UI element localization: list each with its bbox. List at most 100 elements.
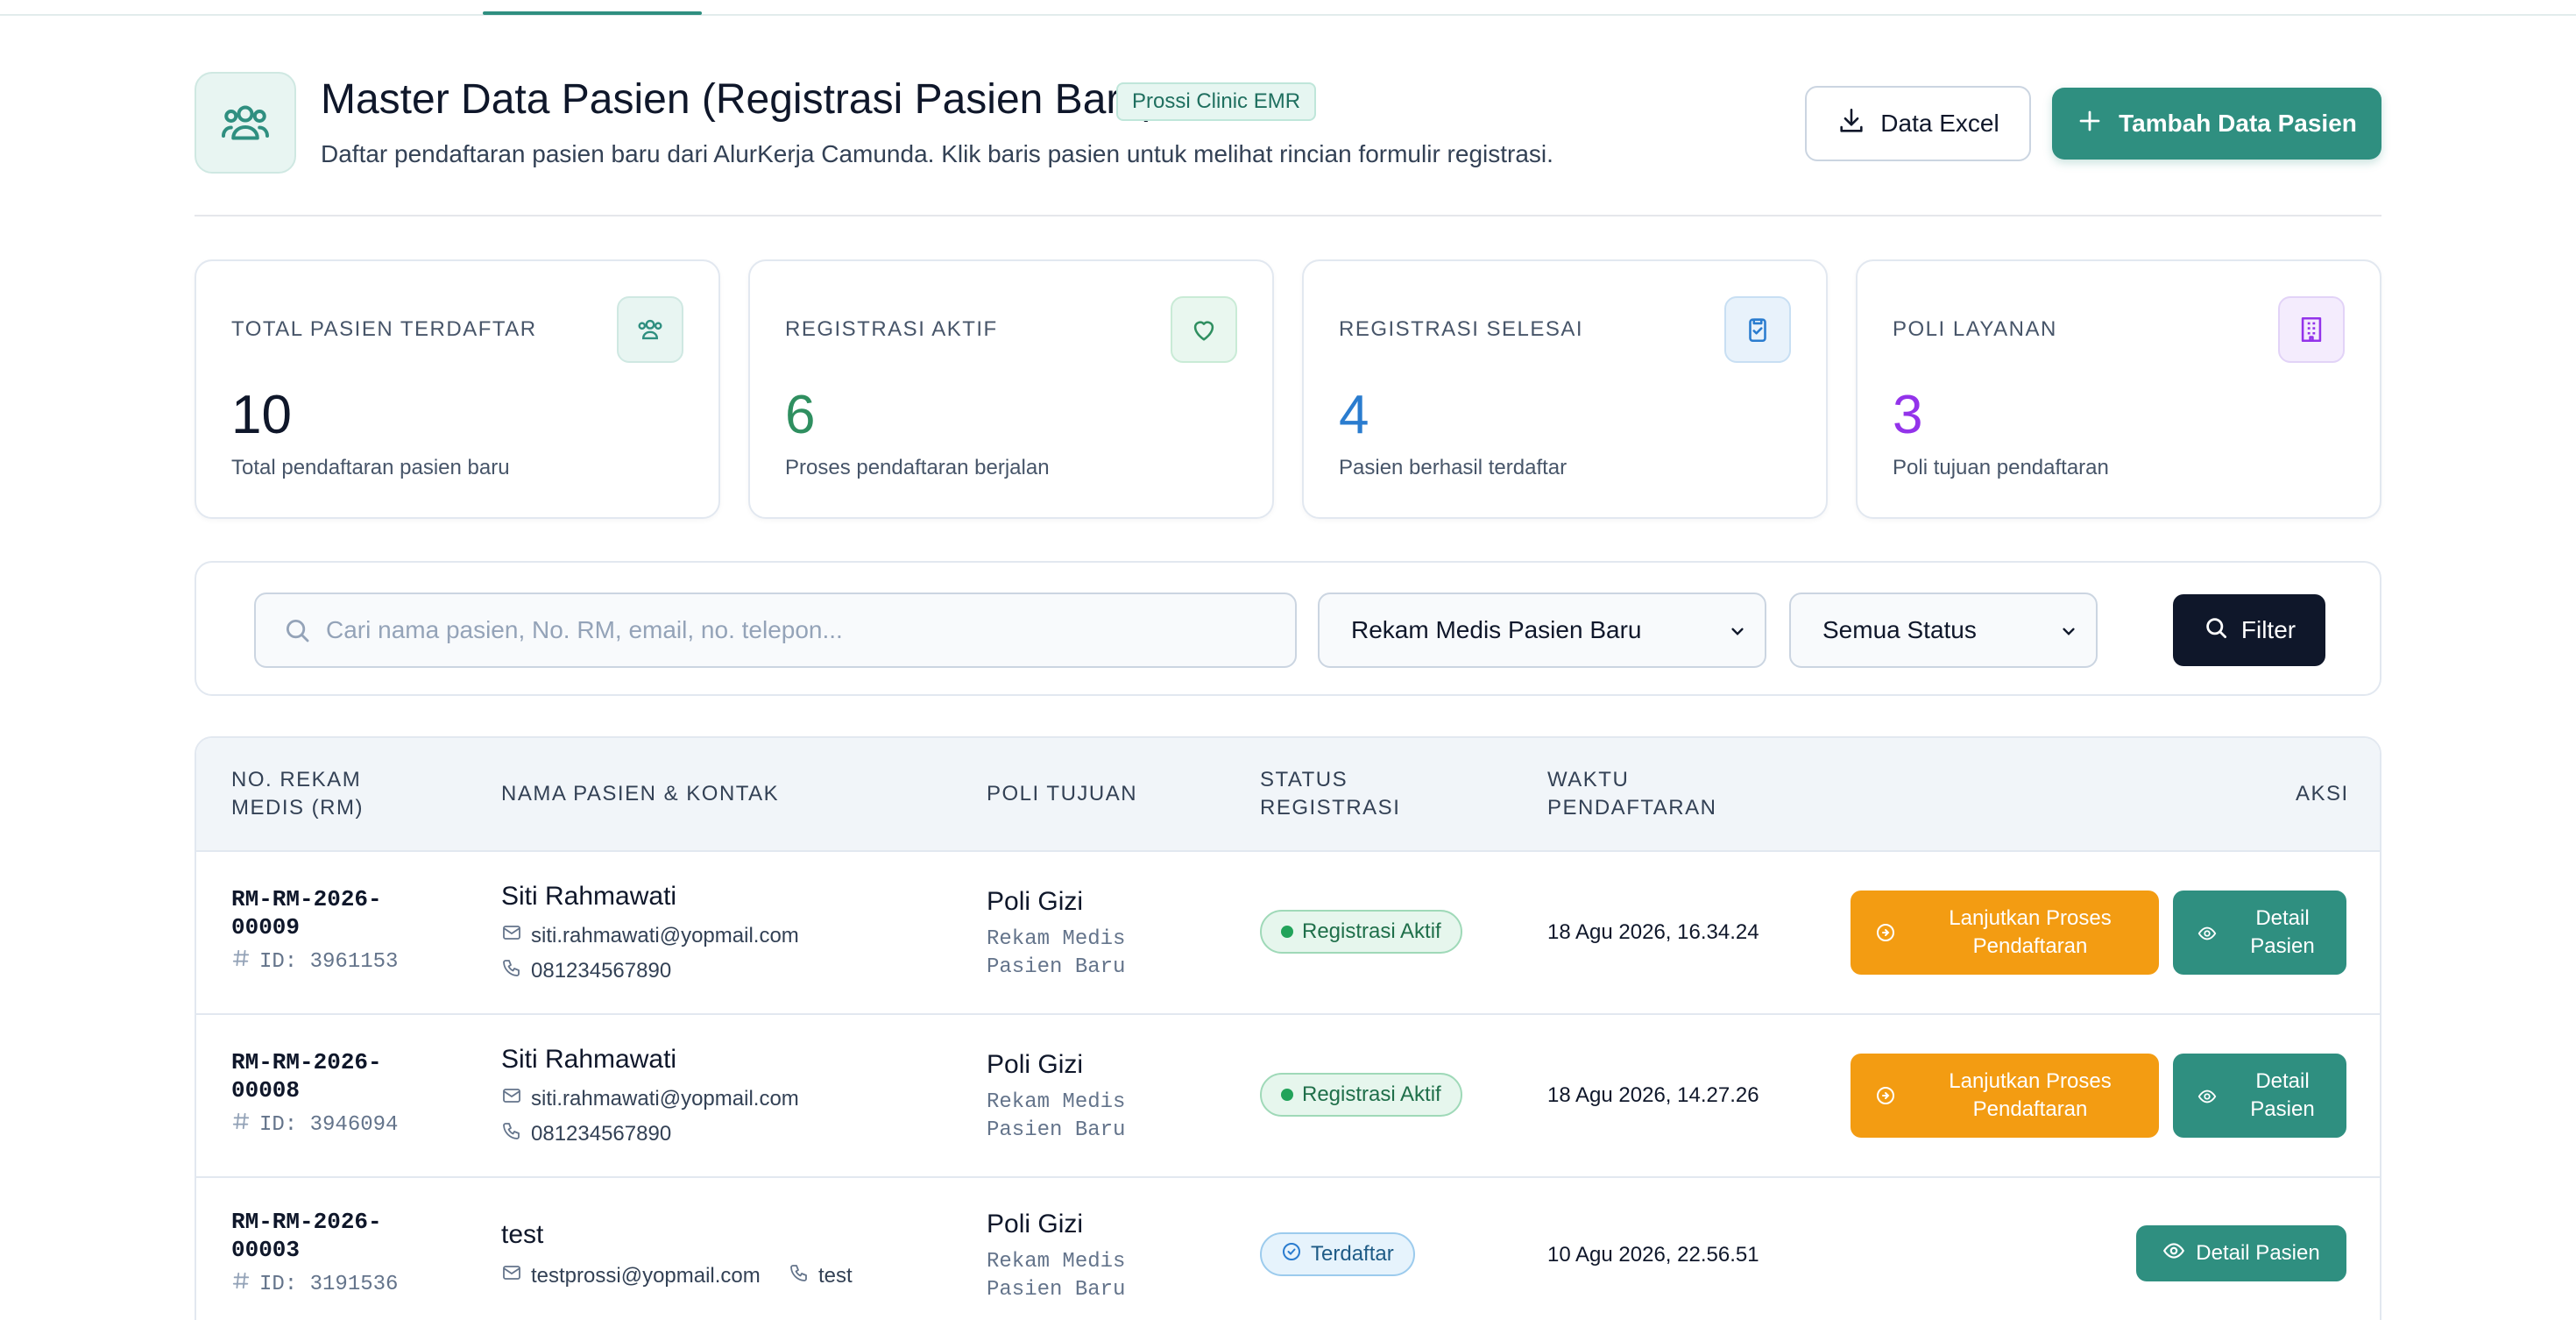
search-box	[254, 593, 1297, 668]
column-header-name: NAMA PASIEN & KONTAK	[501, 782, 780, 805]
stat-card-poli: POLI LAYANAN 3 Poli tujuan pendaftaran	[1856, 259, 2381, 519]
detail-patient-button[interactable]: Detail Pasien	[2136, 1225, 2346, 1281]
stat-description: Poli tujuan pendaftaran	[1893, 456, 2109, 479]
registration-time: 18 Agu 2026, 14.27.26	[1547, 1083, 1759, 1107]
add-patient-button[interactable]: Tambah Data Pasien	[2052, 88, 2381, 160]
stat-label: TOTAL PASIEN TERDAFTAR	[231, 317, 537, 341]
status-badge: Registrasi Aktif	[1260, 910, 1462, 954]
add-patient-label: Tambah Data Pasien	[2119, 110, 2357, 137]
stat-value: 4	[1339, 385, 1369, 445]
hash-icon	[231, 1271, 251, 1297]
column-header-action: AKSI	[2296, 782, 2349, 805]
record-type-value: Rekam Medis Pasien Baru	[1351, 616, 1642, 643]
stat-label: POLI LAYANAN	[1893, 317, 2057, 341]
stat-card-completed: REGISTRASI SELESAI 4 Pasien berhasil ter…	[1302, 259, 1828, 519]
registration-time: 18 Agu 2026, 16.34.24	[1547, 920, 1759, 944]
phone-icon	[501, 957, 522, 984]
header-divider	[195, 215, 2381, 216]
filter-label: Filter	[2240, 616, 2296, 643]
status-badge: Terdaftar	[1260, 1232, 1415, 1276]
users-icon	[617, 296, 683, 363]
filter-button[interactable]: Filter	[2173, 594, 2325, 666]
detail-patient-button[interactable]: Detail Pasien	[2173, 1054, 2346, 1138]
mail-icon	[501, 1262, 522, 1289]
hash-icon	[231, 1111, 251, 1138]
arrow-right-circle-icon	[1875, 922, 1896, 949]
medical-record-number: RM-RM-2026- 00008	[231, 1049, 382, 1104]
active-tab-indicator	[483, 11, 702, 15]
top-nav-divider	[0, 14, 2576, 16]
stat-label: REGISTRASI AKTIF	[785, 317, 998, 341]
eye-icon	[2162, 1239, 2185, 1268]
status-dot	[1281, 1089, 1293, 1101]
search-icon	[2203, 614, 2229, 647]
column-header-time: WAKTU PENDAFTARAN	[1547, 768, 1717, 820]
poli-name: Poli Gizi	[987, 887, 1084, 916]
column-header-status: STATUS REGISTRASI	[1260, 768, 1401, 820]
app-badge: Prossi Clinic EMR	[1116, 82, 1317, 121]
phone-icon	[789, 1262, 810, 1289]
export-excel-button[interactable]: Data Excel	[1805, 86, 2031, 161]
column-header-rm: NO. REKAM MEDIS (RM)	[231, 768, 364, 820]
status-badge: Registrasi Aktif	[1260, 1073, 1462, 1117]
chevron-down-icon	[1726, 621, 1749, 649]
search-icon	[282, 615, 312, 649]
export-excel-label: Data Excel	[1880, 110, 1999, 137]
patient-email: testprossi@yopmail.com	[501, 1262, 761, 1289]
patient-name: test	[501, 1220, 544, 1249]
stat-label: REGISTRASI SELESAI	[1339, 317, 1584, 341]
medical-record-number: RM-RM-2026- 00003	[231, 1209, 382, 1263]
users-icon	[195, 72, 296, 174]
poli-record-type: Rekam Medis Pasien Baru	[987, 1090, 1126, 1142]
search-input[interactable]	[326, 594, 1281, 666]
poli-name: Poli Gizi	[987, 1050, 1084, 1079]
medical-record-number: RM-RM-2026- 00009	[231, 886, 382, 940]
poli-record-type: Rekam Medis Pasien Baru	[987, 1250, 1126, 1302]
patient-table: NO. REKAM MEDIS (RM) NAMA PASIEN & KONTAK…	[195, 736, 2381, 1320]
poli-name: Poli Gizi	[987, 1210, 1084, 1238]
stat-description: Total pendaftaran pasien baru	[231, 456, 510, 479]
patient-phone: test	[789, 1262, 853, 1289]
status-dot	[1281, 926, 1293, 938]
check-circle-icon	[1281, 1241, 1302, 1268]
page-title: Master Data Pasien (Registrasi Pasien Ba…	[321, 76, 1158, 123]
patient-id: ID: 3946094	[231, 1111, 398, 1138]
registration-time: 10 Agu 2026, 22.56.51	[1547, 1243, 1759, 1267]
download-icon	[1836, 106, 1866, 142]
patient-id: ID: 3961153	[231, 948, 398, 975]
hash-icon	[231, 948, 251, 975]
patient-name: Siti Rahmawati	[501, 882, 677, 911]
stat-description: Proses pendaftaran berjalan	[785, 456, 1050, 479]
poli-record-type: Rekam Medis Pasien Baru	[987, 927, 1126, 979]
column-header-poli: POLI TUJUAN	[987, 782, 1138, 805]
mail-icon	[501, 1085, 522, 1112]
detail-patient-button[interactable]: Detail Pasien	[2173, 891, 2346, 975]
stat-value: 6	[785, 385, 816, 445]
table-row[interactable]: RM-RM-2026- 00009 ID: 3961153 Siti Rahmaw…	[196, 852, 2380, 1015]
patient-name: Siti Rahmawati	[501, 1045, 677, 1074]
patient-phone: 081234567890	[501, 957, 671, 984]
filter-bar: Rekam Medis Pasien Baru Semua Status Fil…	[195, 561, 2381, 696]
mail-icon	[501, 922, 522, 949]
stat-value: 3	[1893, 385, 1923, 445]
arrow-right-circle-icon	[1875, 1085, 1896, 1112]
stat-description: Pasien berhasil terdaftar	[1339, 456, 1568, 479]
status-select[interactable]: Semua Status	[1789, 593, 2098, 668]
table-row[interactable]: RM-RM-2026- 00003 ID: 3191536 test testpr…	[196, 1178, 2380, 1320]
chevron-down-icon	[2057, 621, 2080, 649]
continue-registration-button[interactable]: Lanjutkan Proses Pendaftaran	[1851, 1054, 2159, 1138]
eye-icon	[2197, 1087, 2217, 1112]
record-type-select[interactable]: Rekam Medis Pasien Baru	[1318, 593, 1766, 668]
table-row[interactable]: RM-RM-2026- 00008 ID: 3946094 Siti Rahmaw…	[196, 1015, 2380, 1178]
clipboard-check-icon	[1724, 296, 1791, 363]
table-header: NO. REKAM MEDIS (RM) NAMA PASIEN & KONTAK…	[196, 738, 2380, 852]
building-icon	[2278, 296, 2345, 363]
stat-card-active: REGISTRASI AKTIF 6 Proses pendaftaran be…	[748, 259, 1274, 519]
continue-registration-button[interactable]: Lanjutkan Proses Pendaftaran	[1851, 891, 2159, 975]
status-value: Semua Status	[1822, 616, 1977, 643]
patient-id: ID: 3191536	[231, 1271, 398, 1297]
page-subtitle: Daftar pendaftaran pasien baru dari Alur…	[321, 140, 1553, 167]
phone-icon	[501, 1120, 522, 1147]
stat-card-total: TOTAL PASIEN TERDAFTAR 10 Total pendafta…	[195, 259, 720, 519]
stat-value: 10	[231, 385, 292, 445]
